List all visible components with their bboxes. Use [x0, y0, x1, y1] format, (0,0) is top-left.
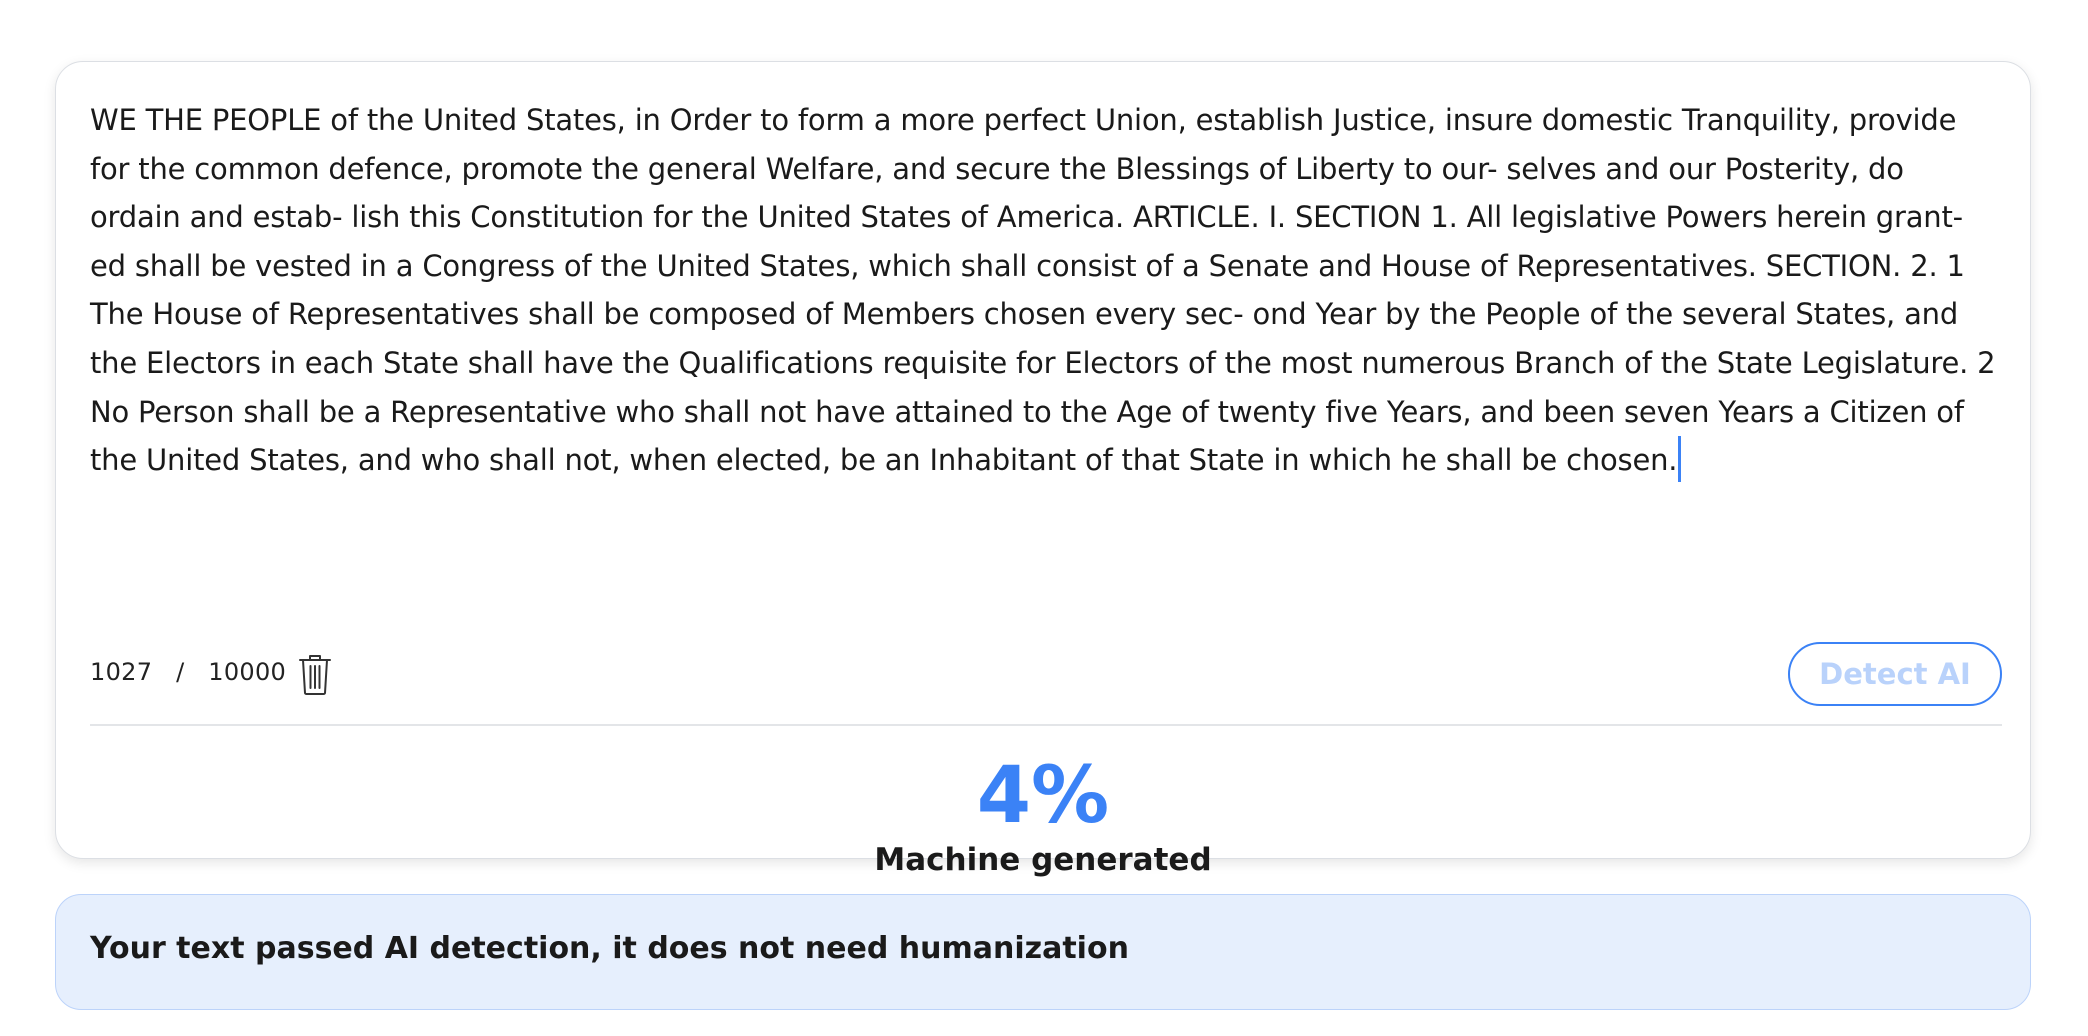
- divider: [90, 724, 2002, 726]
- input-text: WE THE PEOPLE of the United States, in O…: [90, 103, 1996, 478]
- page: WE THE PEOPLE of the United States, in O…: [0, 0, 2088, 1036]
- result-panel: 4% Machine generated: [56, 752, 2030, 878]
- result-label: Machine generated: [874, 842, 1212, 878]
- detect-ai-button[interactable]: Detect AI: [1788, 642, 2002, 706]
- text-caret: [1678, 436, 1682, 483]
- counter-separator: /: [176, 658, 185, 686]
- detector-card: WE THE PEOPLE of the United States, in O…: [55, 61, 2031, 878]
- ai-percentage: 4%: [976, 751, 1110, 841]
- banner-message: Your text passed AI detection, it does n…: [90, 931, 1129, 966]
- editor-toolbar: 1027 / 10000 Detect AI: [90, 642, 2002, 708]
- character-limit: 10000: [208, 658, 287, 686]
- character-counter: 1027 / 10000: [90, 658, 286, 686]
- result-banner: Your text passed AI detection, it does n…: [55, 894, 2031, 1010]
- trash-icon[interactable]: [298, 654, 332, 696]
- text-input[interactable]: WE THE PEOPLE of the United States, in O…: [90, 96, 2000, 596]
- character-count: 1027: [90, 658, 153, 686]
